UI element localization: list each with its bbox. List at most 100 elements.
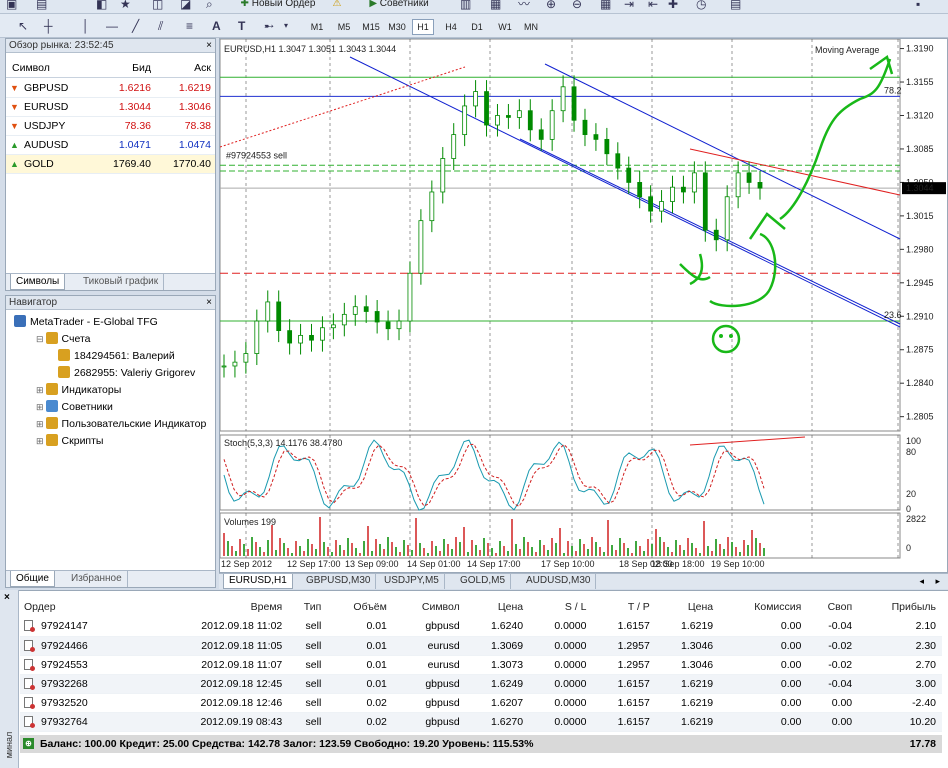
navigator-item[interactable]: ⊞ Индикаторы <box>36 383 121 398</box>
order-row[interactable]: 97924466 2012.09.18 11:05 sell 0.01 eurusd 1.… <box>20 636 942 656</box>
line-chart-icon[interactable]: 〰 <box>518 0 530 11</box>
column-header[interactable]: Прибыль <box>858 597 942 617</box>
timeframe-m1[interactable]: M1 <box>306 19 328 35</box>
column-header[interactable]: S / L <box>529 597 592 617</box>
timeframe-h1[interactable]: H1 <box>412 19 434 35</box>
chart-shift-icon[interactable]: ⇤ <box>648 0 658 11</box>
tab-symbols[interactable]: Символы <box>10 274 66 290</box>
market-watch-row[interactable]: ▲ AUDUSD 1.0471 1.0474 <box>6 136 215 155</box>
text-tool[interactable]: A <box>212 19 221 33</box>
experts-button[interactable]: ▶ Советники <box>356 0 442 9</box>
new-chart-icon[interactable]: ▣ <box>6 0 17 11</box>
templates-icon[interactable]: ▤ <box>730 0 741 11</box>
crosshair-icon[interactable]: ┼ <box>44 19 53 33</box>
text-label-tool[interactable]: T <box>238 19 245 33</box>
collapse-icon[interactable]: ⊟ <box>36 334 44 344</box>
data-window-icon[interactable]: ★ <box>120 0 131 11</box>
periods-icon[interactable]: ◷ <box>696 0 706 11</box>
navigator-item[interactable]: ⊟ Счета <box>36 332 91 347</box>
horizontal-line-icon[interactable]: — <box>106 19 118 33</box>
zoom-out-icon[interactable]: ⊖ <box>572 0 582 11</box>
column-header[interactable]: T / P <box>592 597 655 617</box>
indicators-icon[interactable]: ✚ <box>668 0 678 11</box>
market-watch-row[interactable]: ▼ GBPUSD 1.6216 1.6219 <box>6 79 215 98</box>
navigator-item[interactable]: 184294561: Валерий <box>58 349 175 364</box>
chart-tab[interactable]: EURUSD,H1 <box>223 574 293 589</box>
navigator-item[interactable]: ⊞ Пользовательские Индикатор <box>36 417 206 432</box>
column-ask[interactable]: Аск <box>194 59 211 78</box>
price-chart[interactable]: 1.31901.31551.31201.30851.30501.30151.29… <box>219 38 947 572</box>
timeframe-mn[interactable]: MN <box>520 19 542 35</box>
chart-tab[interactable]: AUDUSD,M30 <box>521 574 597 589</box>
help-icon[interactable]: ▪ <box>916 0 920 11</box>
terminal-icon[interactable]: ◪ <box>180 0 191 11</box>
column-header[interactable]: Ордер <box>20 597 142 617</box>
market-watch-row[interactable]: ▼ EURUSD 1.3044 1.3046 <box>6 98 215 117</box>
arrows-icon[interactable]: ➸ <box>264 19 274 33</box>
channel-icon[interactable]: ⫽ <box>158 19 163 33</box>
navigator-item[interactable]: 2682955: Valeriy Grigorev <box>58 366 195 381</box>
column-header[interactable]: Своп <box>807 597 858 617</box>
navigator-item[interactable]: ⊞ Советники <box>36 400 113 415</box>
close-icon[interactable]: × <box>206 296 212 310</box>
order-row[interactable]: 97924553 2012.09.18 11:07 sell 0.01 eurusd 1.… <box>20 655 942 675</box>
expand-icon[interactable]: ⊞ <box>36 402 44 412</box>
column-bid[interactable]: Бид <box>132 59 151 78</box>
chart-tab[interactable]: USDJPY,M5 <box>379 574 445 589</box>
chart-window[interactable]: 1.31901.31551.31201.30851.30501.30151.29… <box>219 38 948 573</box>
order-row[interactable]: 97932764 2012.09.19 08:43 sell 0.02 gbpusd 1.… <box>20 712 942 732</box>
column-header[interactable]: Тип <box>288 597 327 617</box>
zoom-in-icon[interactable]: ⊕ <box>546 0 556 11</box>
order-row[interactable]: 97932520 2012.09.18 12:46 sell 0.02 gbpusd 1.… <box>20 693 942 713</box>
column-header[interactable]: Объём <box>327 597 393 617</box>
timeframe-h4[interactable]: H4 <box>440 19 462 35</box>
warning-icon[interactable]: ⚠ <box>330 0 344 9</box>
scroll-left-icon[interactable]: ◂ <box>919 574 924 589</box>
profiles-icon[interactable]: ▤ <box>36 0 47 11</box>
vertical-line-icon[interactable]: │ <box>82 19 90 33</box>
price-tick-label: 1.2805 <box>906 412 934 422</box>
tab-common[interactable]: Общие <box>10 571 55 587</box>
column-header[interactable]: Комиссия <box>719 597 807 617</box>
tester-icon[interactable]: ⌕ <box>206 0 213 11</box>
expand-icon[interactable]: ⊞ <box>36 385 44 395</box>
bar-chart-icon[interactable]: ▥ <box>460 0 471 11</box>
cursor-icon[interactable]: ↖ <box>18 19 28 33</box>
chart-tab[interactable]: GOLD,M5 <box>455 574 512 589</box>
bid-price: 78.36 <box>124 120 151 132</box>
chart-tab[interactable]: GBPUSD,M30 <box>301 574 377 589</box>
close-icon[interactable]: × <box>4 592 10 603</box>
market-watch-icon[interactable]: ◧ <box>96 0 107 11</box>
order-row[interactable]: 97924147 2012.09.18 11:02 sell 0.01 gbpusd 1.… <box>20 617 942 637</box>
trendline-icon[interactable]: ╱ <box>132 19 139 33</box>
new-order-button[interactable]: ✚ Новый Ордер <box>232 0 324 9</box>
candle-chart-icon[interactable]: ▦ <box>490 0 501 11</box>
fibo-icon[interactable]: ≡ <box>186 19 193 33</box>
timeframe-m15[interactable]: M15 <box>359 19 383 35</box>
chevron-down-icon[interactable]: ▾ <box>284 19 288 33</box>
navigator-item[interactable]: ⊞ Скрипты <box>36 434 103 449</box>
navigator-item[interactable]: MetaTrader - E-Global TFG <box>14 315 158 330</box>
tab-tick-chart[interactable]: Тиковый график <box>78 274 165 290</box>
tab-favorites[interactable]: Избранное <box>66 571 128 587</box>
tile-windows-icon[interactable]: ▦ <box>600 0 611 11</box>
column-header[interactable]: Цена <box>466 597 529 617</box>
timeframe-w1[interactable]: W1 <box>494 19 516 35</box>
timeframe-m30[interactable]: M30 <box>385 19 409 35</box>
order-row[interactable]: 97932268 2012.09.18 12:45 sell 0.01 gbpusd 1.… <box>20 674 942 694</box>
column-header[interactable]: Цена <box>656 597 719 617</box>
market-watch-row[interactable]: ▲ GOLD 1769.40 1770.40 <box>6 155 215 174</box>
column-header[interactable]: Время <box>142 597 288 617</box>
column-header[interactable]: Символ <box>393 597 466 617</box>
expand-icon[interactable]: ⊞ <box>36 436 44 446</box>
market-watch-row[interactable]: ▼ USDJPY 78.36 78.38 <box>6 117 215 136</box>
navigator-icon[interactable]: ◫ <box>152 0 163 11</box>
timeframe-d1[interactable]: D1 <box>466 19 488 35</box>
column-symbol[interactable]: Символ <box>12 59 50 78</box>
close-icon[interactable]: × <box>206 39 212 53</box>
expand-icon[interactable]: ⊞ <box>36 419 44 429</box>
scroll-right-icon[interactable]: ▸ <box>935 574 940 589</box>
autoscroll-icon[interactable]: ⇥ <box>624 0 634 11</box>
timeframe-m5[interactable]: M5 <box>333 19 355 35</box>
order-cell: 97932764 <box>20 712 143 732</box>
